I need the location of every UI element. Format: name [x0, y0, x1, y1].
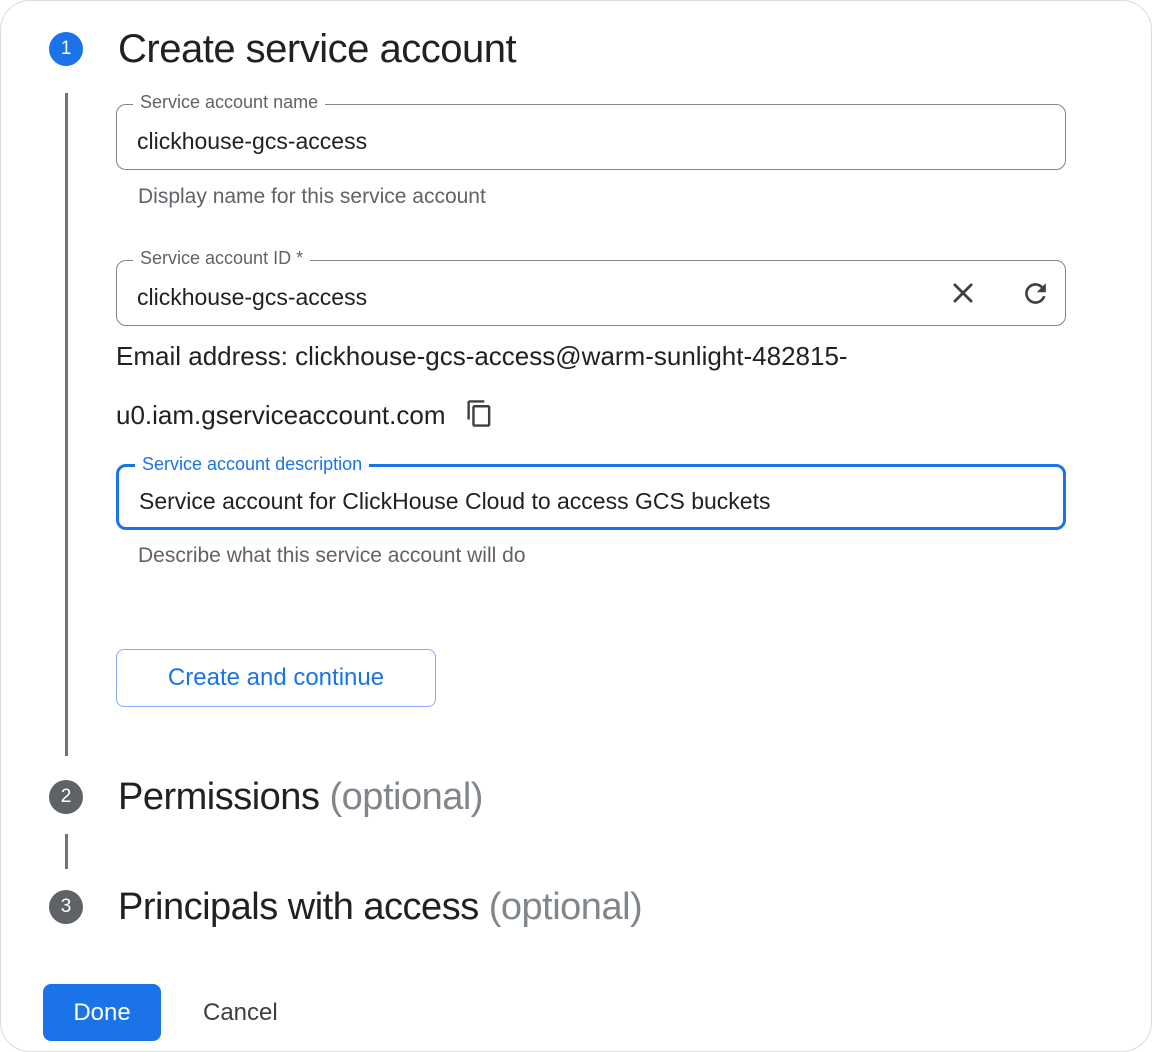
- refresh-icon[interactable]: [1020, 278, 1051, 309]
- service-account-description-input[interactable]: [119, 467, 1063, 527]
- create-service-account-panel: 1 Create service account Service account…: [0, 0, 1152, 1052]
- step-3-number: 3: [61, 896, 72, 918]
- clear-x-icon[interactable]: [948, 278, 978, 308]
- step-1-indicator: 1: [49, 32, 83, 66]
- create-and-continue-button[interactable]: Create and continue: [116, 649, 436, 707]
- email-address-line2: u0.iam.gserviceaccount.com: [116, 400, 445, 430]
- done-button[interactable]: Done: [43, 984, 161, 1041]
- service-account-description-field: Service account description: [116, 464, 1066, 530]
- cancel-button[interactable]: Cancel: [189, 984, 292, 1041]
- step-3-optional-text: (optional): [489, 886, 642, 928]
- step-2-number: 2: [61, 786, 72, 808]
- step-3-title-text: Principals with access: [118, 886, 479, 928]
- step-2-title-text: Permissions: [118, 776, 319, 818]
- step-connector-1: [65, 93, 68, 756]
- id-field-actions: [948, 261, 1051, 325]
- page-title-text: Create service account: [118, 27, 516, 71]
- step-2-optional-text: (optional): [330, 776, 483, 818]
- step-connector-2: [65, 834, 68, 869]
- email-address-line1: Email address: clickhouse-gcs-access@war…: [116, 341, 848, 371]
- step-3-heading[interactable]: Principals with access (optional): [118, 883, 642, 931]
- step-2-heading[interactable]: Permissions (optional): [118, 773, 483, 821]
- service-account-description-helper: Describe what this service account will …: [138, 544, 526, 568]
- service-account-name-helper: Display name for this service account: [138, 185, 486, 209]
- service-account-id-input[interactable]: [117, 261, 1065, 325]
- step-2-indicator[interactable]: 2: [49, 780, 83, 814]
- service-account-name-input[interactable]: [117, 105, 1065, 169]
- copy-icon[interactable]: [465, 399, 494, 428]
- step-1-number: 1: [61, 38, 72, 60]
- step-3-indicator[interactable]: 3: [49, 890, 83, 924]
- service-account-name-field: Service account name: [116, 104, 1066, 170]
- service-account-id-field: Service account ID *: [116, 260, 1066, 326]
- page-title: Create service account: [118, 24, 516, 74]
- email-address: Email address: clickhouse-gcs-access@war…: [116, 327, 1061, 445]
